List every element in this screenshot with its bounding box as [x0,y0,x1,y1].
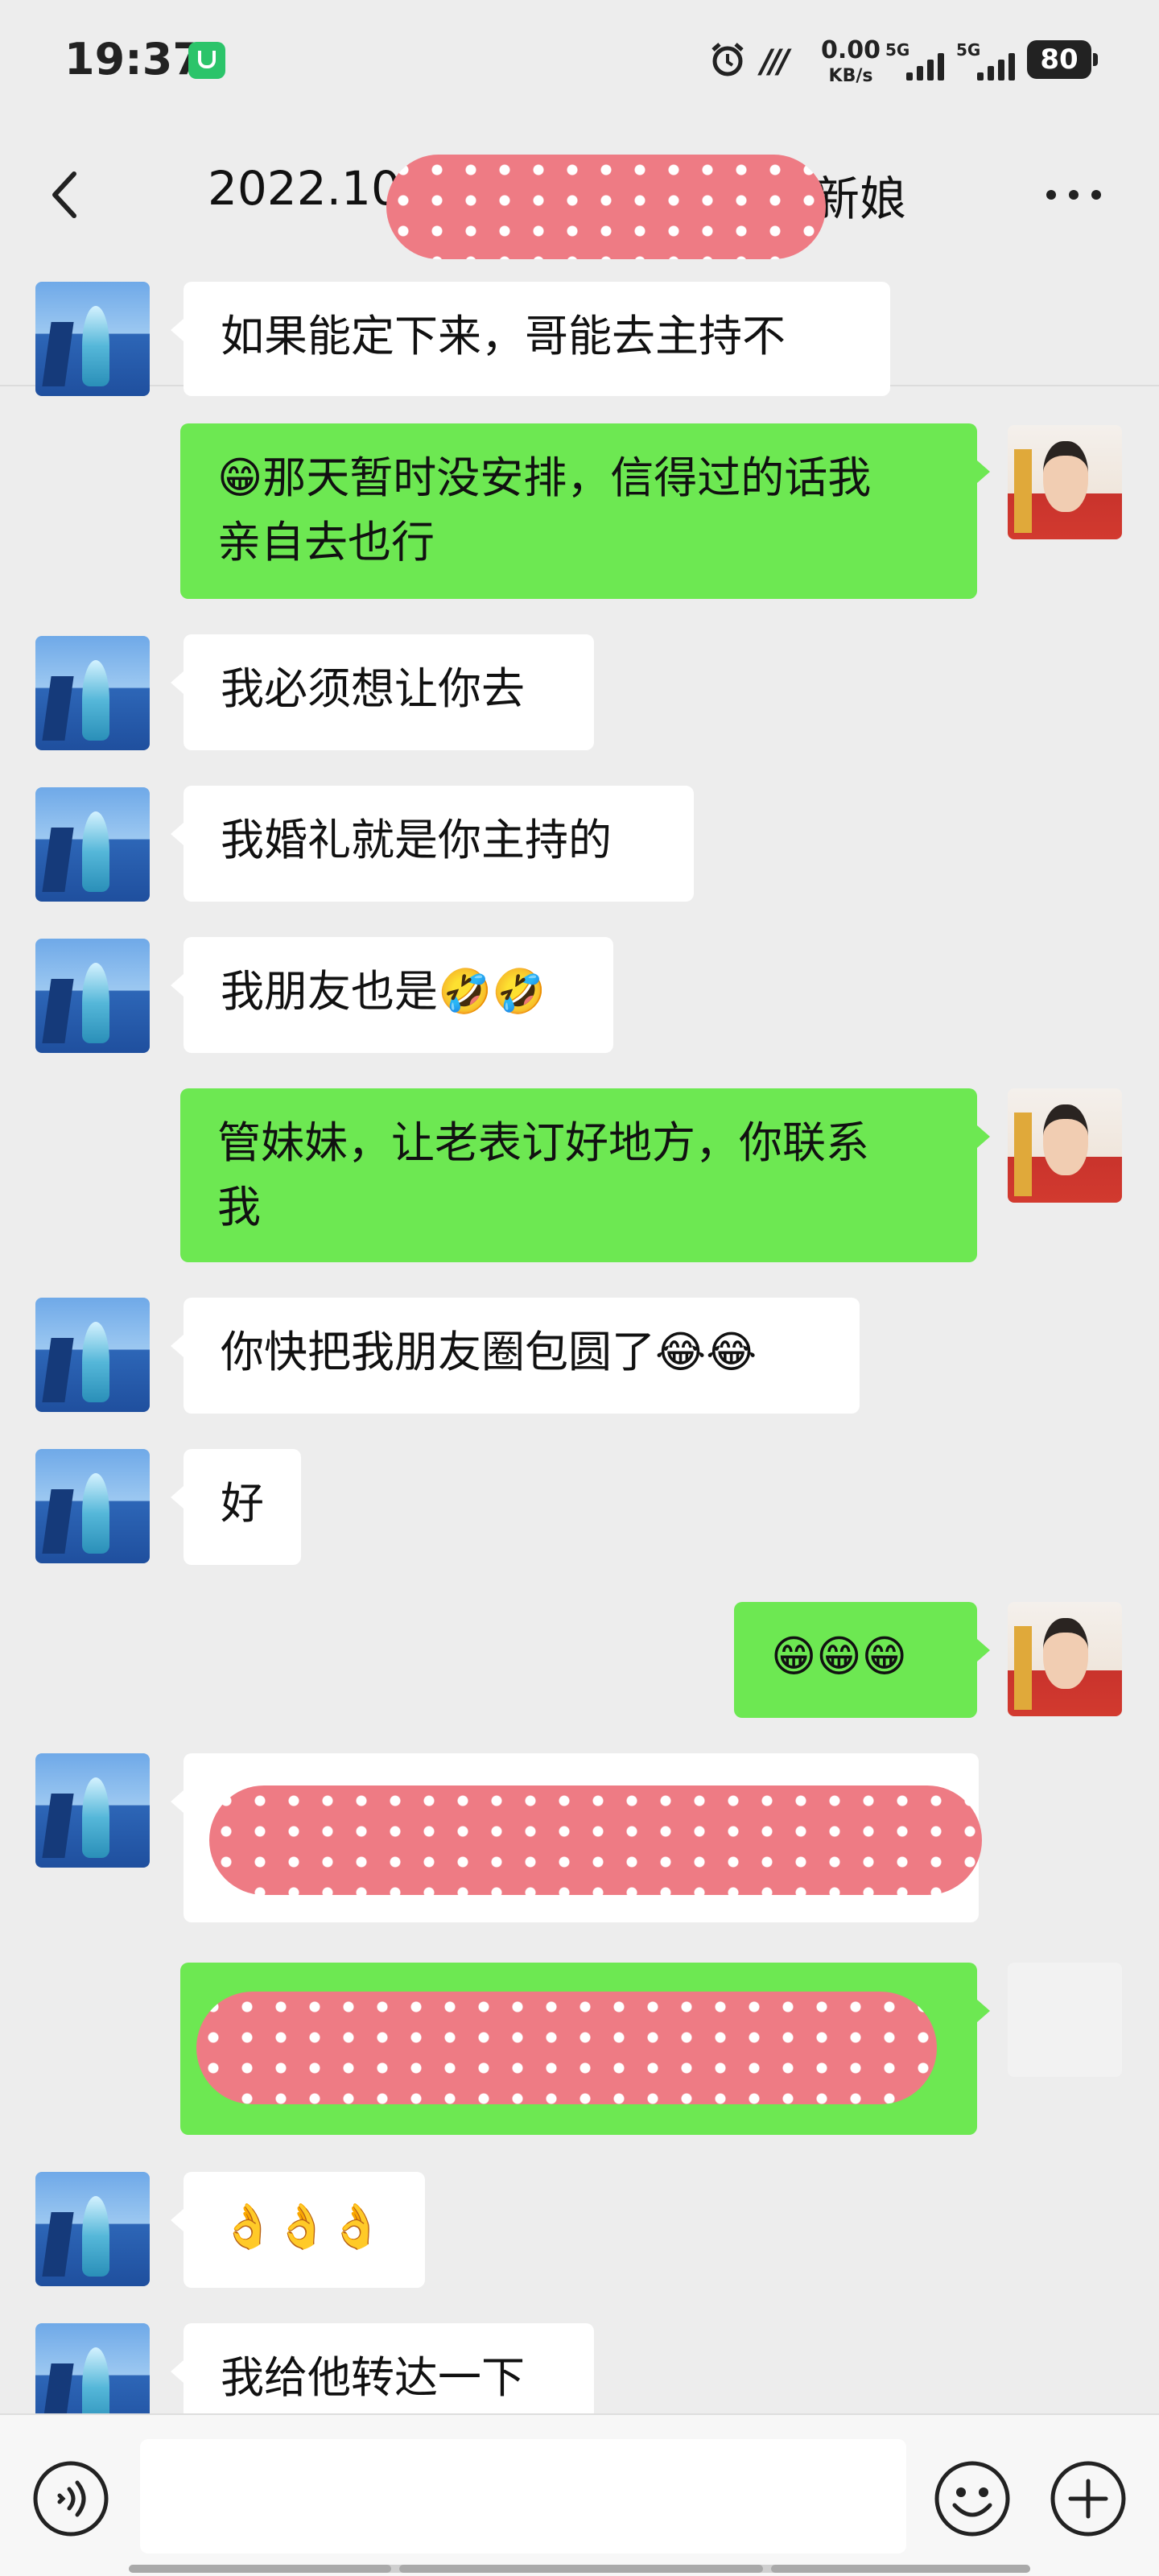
network-speed-value: 0.00 [821,36,881,64]
contact-avatar[interactable] [35,787,150,902]
chat-title: 2022.10 [208,161,401,216]
status-time: 19:37 [64,34,203,85]
chat-header: 2022.10 新娘 [0,121,1159,386]
contact-avatar[interactable] [35,1753,150,1868]
message-bubble-out[interactable]: 😁那天暂时没安排，信得过的话我 亲自去也行 [180,423,990,599]
nfc-icon: /// [761,43,790,80]
status-bar: 19:37 /// 0.00 KB/s 5G 5G 80 [0,0,1159,121]
contact-avatar[interactable] [35,282,150,396]
contact-avatar[interactable] [35,939,150,1053]
voice-icon[interactable] [32,2460,109,2537]
chat-title-suffix: 新娘 [813,171,907,226]
message-redaction [209,1785,982,1895]
message-bubble-in[interactable]: 我朋友也是🤣🤣 [171,937,613,1053]
contact-avatar[interactable] [35,1298,150,1412]
message-bubble-in[interactable]: 我给他转达一下 [171,2323,594,2413]
network-speed-unit: KB/s [828,66,873,86]
emoji-icon[interactable] [934,2460,1011,2537]
plus-icon[interactable] [1050,2460,1127,2537]
my-avatar[interactable] [1008,1602,1122,1716]
network-speed: 0.00 KB/s [821,39,881,85]
message-bubble-in[interactable]: 好 [171,1449,301,1565]
more-dots-icon[interactable] [1045,187,1103,203]
my-avatar[interactable] [1008,1963,1122,2077]
contact-avatar[interactable] [35,2172,150,2286]
signal-sim2-icon: 5G [956,40,1021,82]
message-bubble-in[interactable]: 我婚礼就是你主持的 [171,786,694,902]
message-bubble-in[interactable]: 👌👌👌 [171,2172,425,2288]
my-avatar[interactable] [1008,425,1122,539]
message-list[interactable]: 如果能定下来，哥能去主持不 😁那天暂时没安排，信得过的话我 亲自去也行 我必须想… [0,266,1159,2413]
message-input[interactable] [140,2439,906,2553]
message-redaction [196,1992,937,2104]
app-notification-icon [188,42,225,79]
message-bubble-in[interactable]: 如果能定下来，哥能去主持不 [171,282,890,396]
title-redaction [386,155,826,259]
message-bubble-out[interactable]: 管妹妹，让老表订好地方，你联系 我 [180,1088,990,1262]
signal-sim1-icon: 5G [885,40,950,82]
chevron-left-icon[interactable] [47,169,82,221]
message-bubble-out[interactable]: 😁😁😁 [734,1602,990,1718]
scrollbar[interactable] [129,2565,1030,2573]
contact-avatar[interactable] [35,1449,150,1563]
message-bubble-in[interactable]: 你快把我朋友圈包圆了😂😂 [171,1298,860,1414]
input-bar [0,2413,1159,2576]
alarm-icon [711,43,744,76]
message-bubble-in[interactable]: 我必须想让你去 [171,634,594,750]
my-avatar[interactable] [1008,1088,1122,1203]
contact-avatar[interactable] [35,636,150,750]
contact-avatar[interactable] [35,2323,150,2413]
battery-icon: 80 [1027,40,1098,79]
